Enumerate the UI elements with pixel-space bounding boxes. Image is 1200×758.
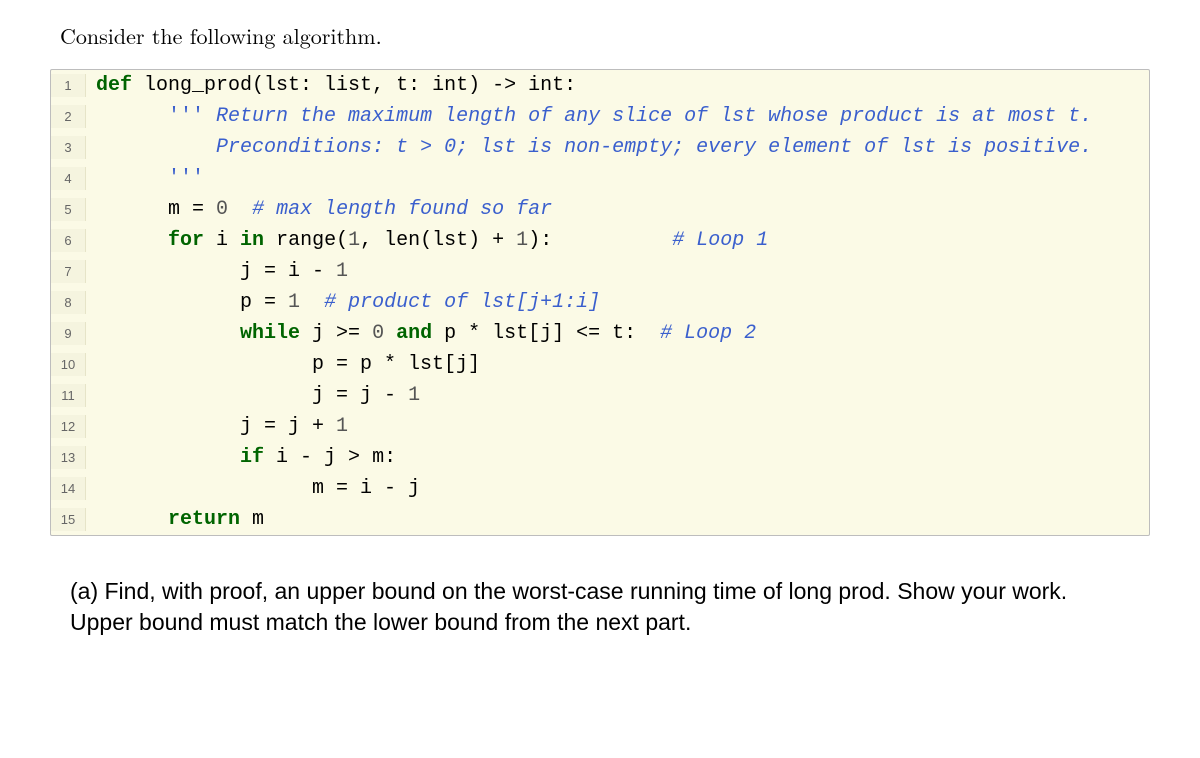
code-text: Preconditions: t > 0; lst is non-empty; … xyxy=(86,132,1092,163)
code-text: j = i - 1 xyxy=(86,256,348,287)
line-number: 7 xyxy=(51,260,86,283)
code-line: 2 ''' Return the maximum length of any s… xyxy=(51,101,1149,132)
code-text: return m xyxy=(86,504,264,535)
code-text: p = 1 # product of lst[j+1:i] xyxy=(86,287,600,318)
line-number: 5 xyxy=(51,198,86,221)
code-text: for i in range(1, len(lst) + 1): # Loop … xyxy=(86,225,768,256)
line-number: 4 xyxy=(51,167,86,190)
page: Consider the following algorithm. 1def l… xyxy=(0,0,1200,758)
code-text: def long_prod(lst: list, t: int) -> int: xyxy=(86,70,576,101)
line-number: 11 xyxy=(51,384,86,407)
code-text: j = j - 1 xyxy=(86,380,420,411)
code-text: p = p * lst[j] xyxy=(86,349,480,380)
line-number: 2 xyxy=(51,105,86,128)
code-line: 11 j = j - 1 xyxy=(51,380,1149,411)
code-line: 6 for i in range(1, len(lst) + 1): # Loo… xyxy=(51,225,1149,256)
code-line: 12 j = j + 1 xyxy=(51,411,1149,442)
code-line: 13 if i - j > m: xyxy=(51,442,1149,473)
code-line: 9 while j >= 0 and p * lst[j] <= t: # Lo… xyxy=(51,318,1149,349)
line-number: 12 xyxy=(51,415,86,438)
line-number: 6 xyxy=(51,229,86,252)
code-text: while j >= 0 and p * lst[j] <= t: # Loop… xyxy=(86,318,756,349)
intro-text: Consider the following algorithm. xyxy=(60,20,1150,51)
question-a: (a) Find, with proof, an upper bound on … xyxy=(70,576,1130,638)
line-number: 15 xyxy=(51,508,86,531)
line-number: 14 xyxy=(51,477,86,500)
code-line: 10 p = p * lst[j] xyxy=(51,349,1149,380)
line-number: 1 xyxy=(51,74,86,97)
code-text: m = 0 # max length found so far xyxy=(86,194,552,225)
code-line: 8 p = 1 # product of lst[j+1:i] xyxy=(51,287,1149,318)
code-line: 1def long_prod(lst: list, t: int) -> int… xyxy=(51,70,1149,101)
code-line: 4 ''' xyxy=(51,163,1149,194)
code-text: ''' xyxy=(86,163,204,194)
code-text: m = i - j xyxy=(86,473,420,504)
code-text: j = j + 1 xyxy=(86,411,348,442)
code-line: 14 m = i - j xyxy=(51,473,1149,504)
code-line: 7 j = i - 1 xyxy=(51,256,1149,287)
line-number: 10 xyxy=(51,353,86,376)
line-number: 9 xyxy=(51,322,86,345)
line-number: 3 xyxy=(51,136,86,159)
line-number: 13 xyxy=(51,446,86,469)
code-line: 15 return m xyxy=(51,504,1149,535)
code-line: 3 Preconditions: t > 0; lst is non-empty… xyxy=(51,132,1149,163)
code-text: ''' Return the maximum length of any sli… xyxy=(86,101,1092,132)
code-listing: 1def long_prod(lst: list, t: int) -> int… xyxy=(50,69,1150,536)
code-line: 5 m = 0 # max length found so far xyxy=(51,194,1149,225)
line-number: 8 xyxy=(51,291,86,314)
code-text: if i - j > m: xyxy=(86,442,396,473)
